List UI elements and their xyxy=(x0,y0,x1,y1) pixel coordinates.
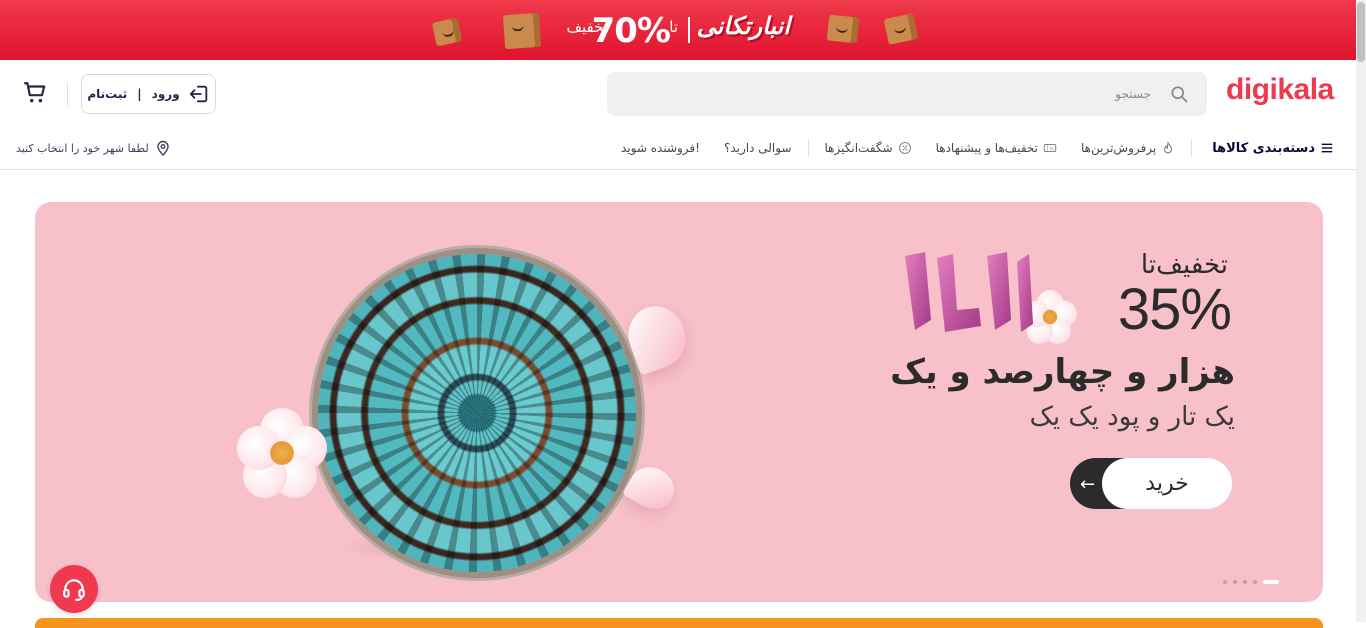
nav-separator xyxy=(807,140,809,156)
support-button[interactable] xyxy=(50,565,98,613)
hero-percent: 35% xyxy=(1117,277,1232,342)
carousel-dot-active[interactable] xyxy=(1263,580,1279,584)
carousel-dots xyxy=(1223,580,1279,584)
main-nav: دسته‌بندی کالاها پرفروش‌ترین‌ها % تخفیف‌… xyxy=(609,136,1334,160)
arrow-left-icon: ← xyxy=(1080,474,1096,495)
promo-brand: انبارتکانی xyxy=(696,12,790,40)
nav-item-label: سوالی دارید؟ xyxy=(723,141,792,155)
login-button[interactable]: ورود | ثبت‌نام xyxy=(81,74,216,114)
year-1404-graphic: 1404 xyxy=(891,250,1033,332)
carousel-dot[interactable] xyxy=(1223,580,1227,584)
login-label: ورود xyxy=(151,87,180,101)
carousel-dot[interactable] xyxy=(1243,580,1247,584)
hero-banner[interactable]: 1404 تخفیف‌تا 35% هزار و چهارصد و یک یک … xyxy=(35,202,1323,602)
petal-decoration xyxy=(620,298,694,376)
hero-buy-button[interactable]: ← خرید xyxy=(1070,458,1232,509)
page-scrollbar[interactable] xyxy=(1356,0,1366,622)
scrollbar-thumb[interactable] xyxy=(1357,2,1365,62)
box-icon xyxy=(431,17,463,47)
petal-decoration xyxy=(622,459,682,517)
login-separator: | xyxy=(137,87,142,101)
search-icon xyxy=(1171,86,1188,103)
carousel-dot[interactable] xyxy=(1253,580,1257,584)
location-pin-icon xyxy=(157,140,169,156)
nav-item-offers[interactable]: % تخفیف‌ها و پیشنهادها xyxy=(924,136,1069,160)
nav-item-become-seller[interactable]: فروشنده شوید! xyxy=(609,136,712,160)
nav-categories[interactable]: دسته‌بندی کالاها xyxy=(1196,136,1334,160)
hero-title: هزار و چهارصد و یک xyxy=(890,352,1235,392)
promo-separator xyxy=(688,17,690,43)
hero-button-label: خرید xyxy=(1102,458,1232,509)
search-input[interactable] xyxy=(651,72,1151,116)
nav-categories-label: دسته‌بندی کالاها xyxy=(1212,140,1315,156)
promo-content: انبارتکانی تا 70% تخفیف xyxy=(430,6,930,54)
nav-item-label: شگفت‌انگیزها xyxy=(824,141,893,155)
header-divider xyxy=(67,82,68,106)
carousel-dot[interactable] xyxy=(1233,580,1237,584)
nav-item-bestsellers[interactable]: پرفروش‌ترین‌ها xyxy=(1069,136,1187,160)
box-icon xyxy=(883,13,919,45)
site-header: digikala ورود | ثبت‌نام دسته‌بندی کالاه xyxy=(0,60,1356,170)
location-label: لطفا شهر خود را انتخاب کنید xyxy=(16,141,149,155)
register-label: ثبت‌نام xyxy=(87,87,128,101)
promo-prefix: تا xyxy=(669,18,678,36)
fire-icon xyxy=(1164,141,1173,154)
next-section-banner xyxy=(35,618,1323,628)
nav-item-questions[interactable]: سوالی دارید؟ xyxy=(712,136,804,160)
year-1404-label: 1404 xyxy=(891,250,894,251)
nav-item-label: فروشنده شوید! xyxy=(621,141,700,155)
cart-icon[interactable] xyxy=(22,80,48,106)
flower-decoration xyxy=(237,408,327,498)
hero-subtitle: یک تار و پود یک یک xyxy=(1029,402,1235,432)
rug-pattern xyxy=(318,254,636,572)
search-bar[interactable] xyxy=(607,72,1207,116)
nav-item-label: پرفروش‌ترین‌ها xyxy=(1081,141,1157,155)
svg-text:%: % xyxy=(1049,146,1053,152)
headset-icon xyxy=(63,579,85,601)
digikala-logo[interactable]: digikala xyxy=(1226,73,1334,107)
nav-item-amazing[interactable]: شگفت‌انگیزها xyxy=(813,136,924,160)
login-icon xyxy=(189,85,207,103)
coupon-icon: % xyxy=(1043,143,1057,152)
nav-item-label: تخفیف‌ها و پیشنهادها xyxy=(935,141,1038,155)
box-icon xyxy=(826,14,860,44)
location-selector[interactable]: لطفا شهر خود را انتخاب کنید xyxy=(16,136,171,160)
box-icon xyxy=(502,12,542,50)
promo-discount-word: تخفیف xyxy=(566,18,609,36)
nav-separator xyxy=(1191,140,1193,156)
promo-banner[interactable]: انبارتکانی تا 70% تخفیف xyxy=(0,0,1356,60)
menu-icon xyxy=(1321,143,1333,153)
percent-icon xyxy=(898,141,911,155)
